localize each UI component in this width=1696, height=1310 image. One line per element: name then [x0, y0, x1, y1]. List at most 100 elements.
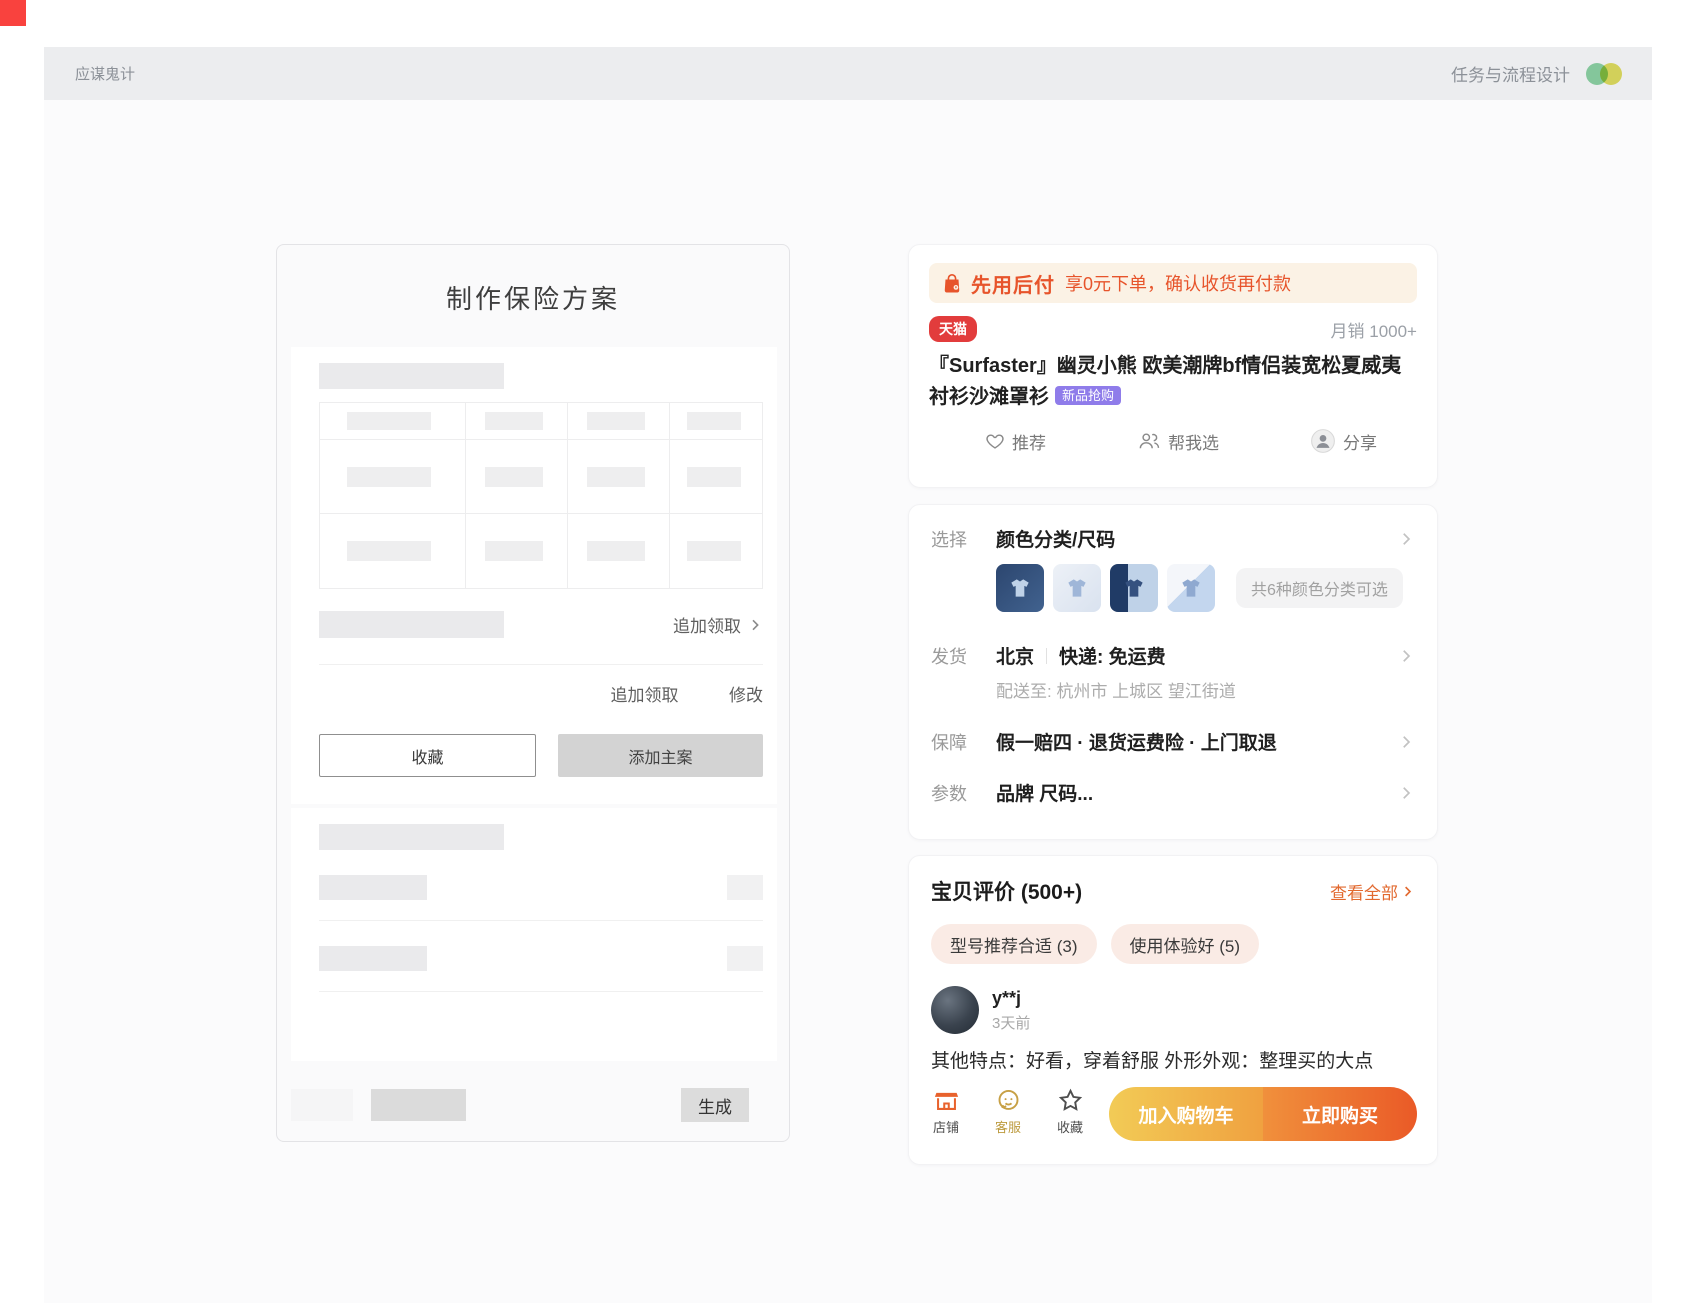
table-cell: [568, 403, 670, 440]
plan-table-panel: 追加领取 追加领取 修改 收藏 添加主案: [291, 347, 777, 804]
people-icon: [1137, 431, 1161, 451]
variants-count-pill[interactable]: 共6种颜色分类可选: [1236, 568, 1403, 608]
generate-button[interactable]: 生成: [681, 1088, 749, 1122]
table-cell: [320, 514, 466, 588]
shopping-bag-icon: [941, 272, 963, 294]
divider: [319, 991, 763, 992]
product-bottom-bar: 店铺 客服 收藏 加入购物车 立即购买: [909, 1077, 1437, 1164]
placeholder-bar: [727, 875, 763, 900]
append-claim-link[interactable]: 追加领取: [673, 612, 763, 637]
product-info-card: 先用后付 享0元下单，确认收货再付款 天猫 月销 1000+ 『Surfaste…: [908, 244, 1438, 488]
chevron-right-icon: [747, 617, 763, 633]
plan-list-panel: [291, 808, 777, 1061]
sku-row[interactable]: 选择 颜色分类/尺码: [931, 525, 1415, 552]
avatar-icon: [1310, 428, 1336, 454]
table-cell: [466, 440, 568, 514]
placeholder-bar: [319, 875, 427, 900]
guarantee-label: 保障: [931, 729, 996, 755]
view-all-reviews-link[interactable]: 查看全部: [1330, 879, 1415, 904]
divider: [319, 664, 763, 665]
customer-service-button[interactable]: 客服: [977, 1087, 1039, 1136]
variant-thumbnail[interactable]: [1053, 564, 1101, 612]
params-row[interactable]: 参数 品牌 尺码...: [931, 779, 1415, 806]
toggle-dot-yellow: [1600, 63, 1622, 85]
product-options-card: 选择 颜色分类/尺码 共6种颜色分类可选 发货 北京 快递: 免运费 配送至: …: [908, 504, 1438, 840]
sku-value: 颜色分类/尺码: [996, 525, 1397, 552]
table-cell: [320, 403, 466, 440]
favorite-product-button[interactable]: 收藏: [1039, 1087, 1101, 1136]
placeholder-bar: [319, 611, 504, 638]
heart-icon: [985, 431, 1005, 451]
star-icon: [1057, 1087, 1084, 1114]
table-cell: [466, 514, 568, 588]
storefront-icon: [933, 1087, 960, 1114]
table-cell: [568, 514, 670, 588]
review-item: y**j 3天前: [931, 986, 1415, 1034]
table-cell: [568, 440, 670, 514]
placeholder-bar: [319, 946, 427, 971]
table-cell: [670, 514, 762, 588]
tmall-badge: 天猫: [929, 316, 977, 342]
insurance-plan-card: 制作保险方案 追加领取 追加领取 修改: [276, 244, 790, 1142]
help-me-choose-action[interactable]: 帮我选: [1137, 428, 1219, 454]
variant-thumbnail[interactable]: [1167, 564, 1215, 612]
placeholder-bar: [319, 824, 504, 850]
variant-thumbnail[interactable]: [1110, 564, 1158, 612]
params-value: 品牌 尺码...: [996, 779, 1397, 806]
reviewer-avatar: [931, 986, 979, 1034]
placeholder-bar: [291, 1089, 353, 1121]
pay-later-highlight: 先用后付: [971, 269, 1055, 298]
shop-button[interactable]: 店铺: [915, 1087, 977, 1136]
add-to-cart-button[interactable]: 加入购物车: [1109, 1087, 1263, 1141]
shipping-express: 快递: 免运费: [1059, 642, 1166, 669]
guarantee-value: 假一赔四 · 退货运费险 · 上门取退: [996, 728, 1397, 755]
deliver-to-text: 配送至: 杭州市 上城区 望江街道: [996, 677, 1415, 702]
buy-now-button[interactable]: 立即购买: [1263, 1087, 1417, 1141]
table-cell: [670, 440, 762, 514]
shipping-row[interactable]: 发货 北京 快递: 免运费: [931, 642, 1415, 669]
review-time: 3天前: [992, 1012, 1030, 1033]
append-claim-link-secondary[interactable]: 追加领取: [611, 681, 679, 706]
favorite-button[interactable]: 收藏: [319, 734, 536, 777]
shipping-label: 发货: [931, 643, 996, 669]
canvas-corner-marker: [0, 0, 26, 26]
card-title: 制作保险方案: [277, 279, 789, 316]
monthly-sales: 月销 1000+: [1331, 317, 1417, 342]
placeholder-bar: [319, 363, 504, 389]
review-tag[interactable]: 型号推荐合适 (3): [931, 924, 1097, 964]
mode-label: 任务与流程设计: [1451, 61, 1570, 86]
plan-table: [319, 402, 763, 589]
reviewer-name: y**j: [992, 988, 1030, 1009]
add-main-case-button[interactable]: 添加主案: [558, 734, 763, 777]
card-footer: 生成: [291, 1088, 775, 1122]
placeholder-bar: [727, 946, 763, 971]
review-tag[interactable]: 使用体验好 (5): [1111, 924, 1260, 964]
reviews-title: 宝贝评价 (500+): [931, 876, 1082, 906]
product-title: 『Surfaster』幽灵小熊 欧美潮牌bf情侣装宽松夏威夷衬衫沙滩罩衫新品抢购: [929, 351, 1417, 413]
table-cell: [466, 403, 568, 440]
mode-toggle[interactable]: [1586, 63, 1622, 85]
table-cell: [670, 403, 762, 440]
pay-later-banner: 先用后付 享0元下单，确认收货再付款: [929, 263, 1417, 303]
product-reviews-card: 宝贝评价 (500+) 查看全部 型号推荐合适 (3) 使用体验好 (5) y*…: [908, 855, 1438, 1165]
shipping-city: 北京: [996, 642, 1034, 669]
divider: [1046, 648, 1047, 664]
project-title: 应谋鬼计: [75, 63, 135, 84]
chevron-right-icon: [1397, 733, 1415, 751]
chevron-right-icon: [1397, 530, 1415, 548]
variant-thumbnail[interactable]: [996, 564, 1044, 612]
pay-later-desc: 享0元下单，确认收货再付款: [1065, 270, 1291, 296]
modify-link[interactable]: 修改: [729, 681, 763, 706]
review-excerpt: 其他特点：好看，穿着舒服 外形外观：整理买的大点: [931, 1046, 1415, 1073]
placeholder-bar: [371, 1089, 466, 1121]
robot-face-icon: [995, 1087, 1022, 1114]
new-arrival-badge: 新品抢购: [1055, 386, 1121, 405]
params-label: 参数: [931, 780, 996, 806]
chevron-right-icon: [1397, 647, 1415, 665]
guarantee-row[interactable]: 保障 假一赔四 · 退货运费险 · 上门取退: [931, 728, 1415, 755]
recommend-action[interactable]: 推荐: [985, 428, 1046, 454]
chevron-right-icon: [1397, 784, 1415, 802]
chevron-right-icon: [1400, 884, 1415, 899]
share-action[interactable]: 分享: [1310, 428, 1377, 454]
divider: [319, 920, 763, 921]
